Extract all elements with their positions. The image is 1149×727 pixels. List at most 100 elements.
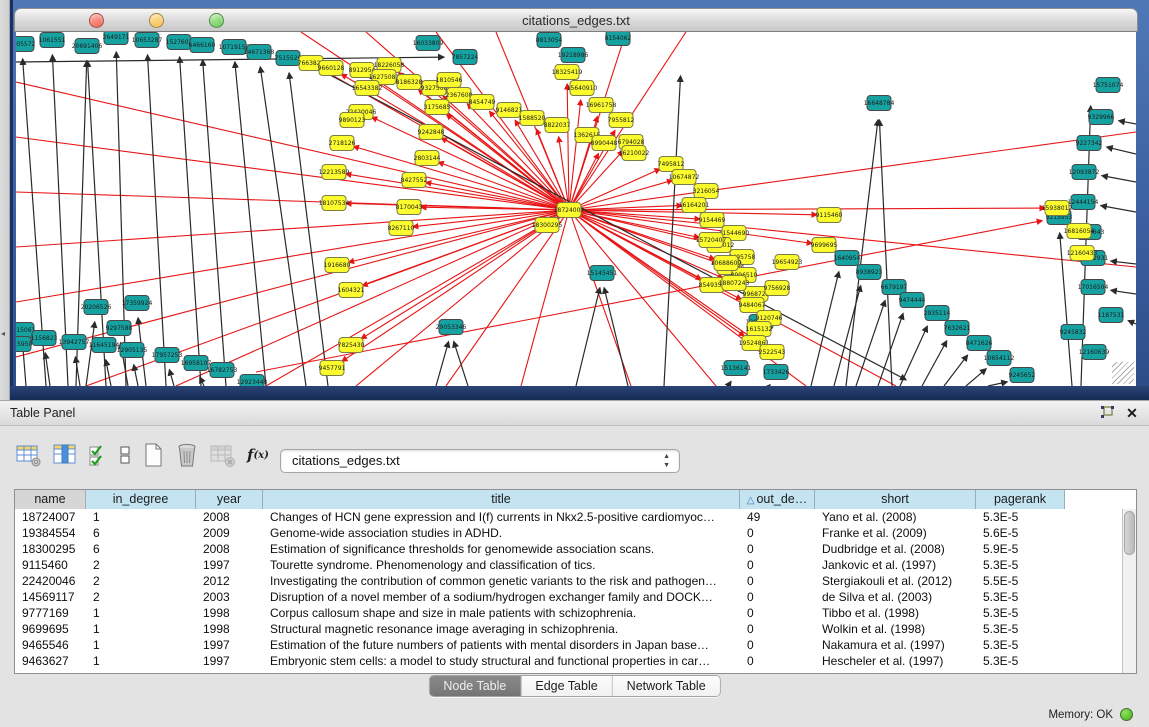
- graph-node[interactable]: 8938923: [856, 265, 883, 280]
- graph-node[interactable]: 7955812: [608, 113, 635, 128]
- graph-node[interactable]: 9660128: [318, 61, 345, 76]
- graph-node[interactable]: 16033809: [413, 36, 444, 51]
- graph-node[interactable]: 9756928: [764, 281, 791, 296]
- graph-node[interactable]: 8471626: [966, 336, 993, 351]
- graph-node[interactable]: 8454749: [469, 95, 496, 110]
- graph-node[interactable]: 9297588: [106, 321, 133, 336]
- graph-node[interactable]: 3216054: [693, 184, 720, 199]
- graph-node[interactable]: 2522543: [759, 345, 786, 360]
- graph-node[interactable]: 15145451: [587, 266, 618, 281]
- network-window-titlebar[interactable]: citations_edges.txt: [14, 8, 1138, 32]
- graph-node[interactable]: 3175685: [424, 100, 451, 115]
- graph-node[interactable]: 8813054: [536, 33, 563, 48]
- graph-node[interactable]: 12160433: [1067, 246, 1098, 261]
- graph-node[interactable]: 18724007: [554, 203, 585, 218]
- table-row[interactable]: 911546021997Tourette syndrome. Phenomeno…: [15, 557, 1122, 573]
- graph-node[interactable]: 14671368: [244, 45, 275, 60]
- graph-node[interactable]: 1615132: [746, 322, 773, 337]
- float-panel-button[interactable]: [1099, 405, 1117, 422]
- table-row[interactable]: 2242004622012Investigating the contribut…: [15, 573, 1122, 589]
- graph-node[interactable]: 8822037: [544, 118, 571, 133]
- graph-node[interactable]: 15751074: [1093, 78, 1124, 93]
- graph-node[interactable]: 6466160: [189, 38, 216, 53]
- graph-node[interactable]: 10653287: [132, 33, 163, 48]
- graph-node[interactable]: 12093872: [1069, 165, 1100, 180]
- graph-node[interactable]: 1061551: [39, 33, 66, 48]
- table-row[interactable]: 1830029562008Estimation of significance …: [15, 541, 1122, 557]
- graph-node[interactable]: 1810546: [436, 73, 463, 88]
- graph-node[interactable]: 16164201: [679, 198, 710, 213]
- graph-node[interactable]: 17016504: [1078, 280, 1109, 295]
- table-settings-icon[interactable]: [16, 440, 42, 470]
- table-row[interactable]: 1938455462009Genome-wide association stu…: [15, 525, 1122, 541]
- column-header-name[interactable]: name: [15, 490, 86, 509]
- row-height-icon[interactable]: [119, 440, 131, 470]
- tab-edge-table[interactable]: Edge Table: [521, 676, 612, 696]
- window-resize-grip[interactable]: [1112, 362, 1134, 384]
- graph-node[interactable]: 18107534: [319, 196, 350, 211]
- graph-node[interactable]: 16961758: [586, 98, 617, 113]
- graph-node[interactable]: 1187531: [1098, 308, 1125, 323]
- table-row[interactable]: 1872400712008Changes of HCN gene express…: [15, 509, 1122, 525]
- graph-node[interactable]: 1588520: [519, 111, 546, 126]
- graph-node[interactable]: 18807243: [719, 276, 750, 291]
- table-row[interactable]: 969969511998Structural magnetic resonanc…: [15, 621, 1122, 637]
- table-selector-dropdown[interactable]: citations_edges.txt ▲ ▼: [280, 449, 680, 473]
- graph-node[interactable]: 1733426: [763, 365, 790, 380]
- graph-node[interactable]: 9245652: [1009, 368, 1036, 383]
- table-row[interactable]: 946554611997Estimation of the future num…: [15, 637, 1122, 653]
- graph-node[interactable]: 13942757: [59, 335, 90, 350]
- graph-node[interactable]: 9474444: [899, 293, 926, 308]
- column-header-in_degree[interactable]: in_degree: [86, 490, 196, 509]
- graph-node[interactable]: 10654112: [984, 351, 1015, 366]
- delete-icon[interactable]: [175, 440, 199, 470]
- collapse-arrow-icon[interactable]: ◂: [1, 330, 5, 338]
- table-vertical-scrollbar[interactable]: [1122, 509, 1136, 673]
- graph-node[interactable]: 16782753: [207, 363, 238, 378]
- select-columns-icon[interactable]: [53, 440, 77, 470]
- graph-node[interactable]: 18300295: [532, 218, 563, 233]
- graph-node[interactable]: 1916680: [324, 258, 351, 273]
- graph-node[interactable]: 15136141: [721, 361, 752, 376]
- column-header-year[interactable]: year: [196, 490, 263, 509]
- table-row[interactable]: 946362711997Embryonic stem cells: a mode…: [15, 653, 1122, 669]
- graph-node[interactable]: 7632621: [944, 321, 971, 336]
- column-header-title[interactable]: title: [263, 490, 740, 509]
- graph-node[interactable]: 15938012: [1042, 201, 1073, 216]
- column-header-short[interactable]: short: [815, 490, 976, 509]
- network-canvas[interactable]: 2405572106155120691406264917110653287152…: [16, 32, 1136, 386]
- graph-node[interactable]: 17359924: [122, 296, 153, 311]
- graph-node[interactable]: 20206526: [81, 300, 112, 315]
- graph-node[interactable]: 15720407: [696, 233, 727, 248]
- graph-node[interactable]: 9890123: [339, 113, 366, 128]
- graph-node[interactable]: 9245832: [1060, 325, 1087, 340]
- graph-node[interactable]: 9227342: [1076, 136, 1103, 151]
- graph-node[interactable]: 9457791: [319, 361, 346, 376]
- graph-node[interactable]: 16543382: [352, 81, 383, 96]
- graph-node[interactable]: 8170043: [396, 200, 423, 215]
- graph-node[interactable]: 2935114: [924, 306, 951, 321]
- table-row[interactable]: 977716911998Corpus callosum shape and si…: [15, 605, 1122, 621]
- graph-node[interactable]: 12160639: [1079, 345, 1110, 360]
- function-builder-icon[interactable]: f(x): [247, 440, 269, 470]
- scrollbar-thumb[interactable]: [1124, 511, 1135, 555]
- column-header-out_degree[interactable]: △out_de…: [740, 490, 815, 509]
- graph-node[interactable]: 8990448: [591, 136, 618, 151]
- citation-network-graph[interactable]: 2405572106155120691406264917110653287152…: [16, 32, 1136, 386]
- graph-node[interactable]: 18325419: [552, 65, 583, 80]
- graph-node[interactable]: 8186328: [396, 75, 423, 90]
- graph-node[interactable]: 9699695: [811, 238, 838, 253]
- graph-node[interactable]: 2803144: [414, 151, 441, 166]
- tab-network-table[interactable]: Network Table: [613, 676, 720, 696]
- graph-node[interactable]: 20691406: [72, 39, 103, 54]
- graph-node[interactable]: 1156823: [31, 331, 58, 346]
- graph-node[interactable]: 16210022: [619, 146, 650, 161]
- table-row[interactable]: 1456911722003Disruption of a novel membe…: [15, 589, 1122, 605]
- graph-node[interactable]: 12444154: [1068, 195, 1099, 210]
- graph-node[interactable]: 2718126: [329, 136, 356, 151]
- graph-node[interactable]: 17957253: [152, 348, 183, 363]
- graph-node[interactable]: 9115460: [816, 208, 843, 223]
- graph-node[interactable]: 11645194: [89, 338, 120, 353]
- control-panel-collapsed-strip[interactable]: ◂: [0, 0, 10, 400]
- graph-node[interactable]: 7857224: [452, 50, 479, 65]
